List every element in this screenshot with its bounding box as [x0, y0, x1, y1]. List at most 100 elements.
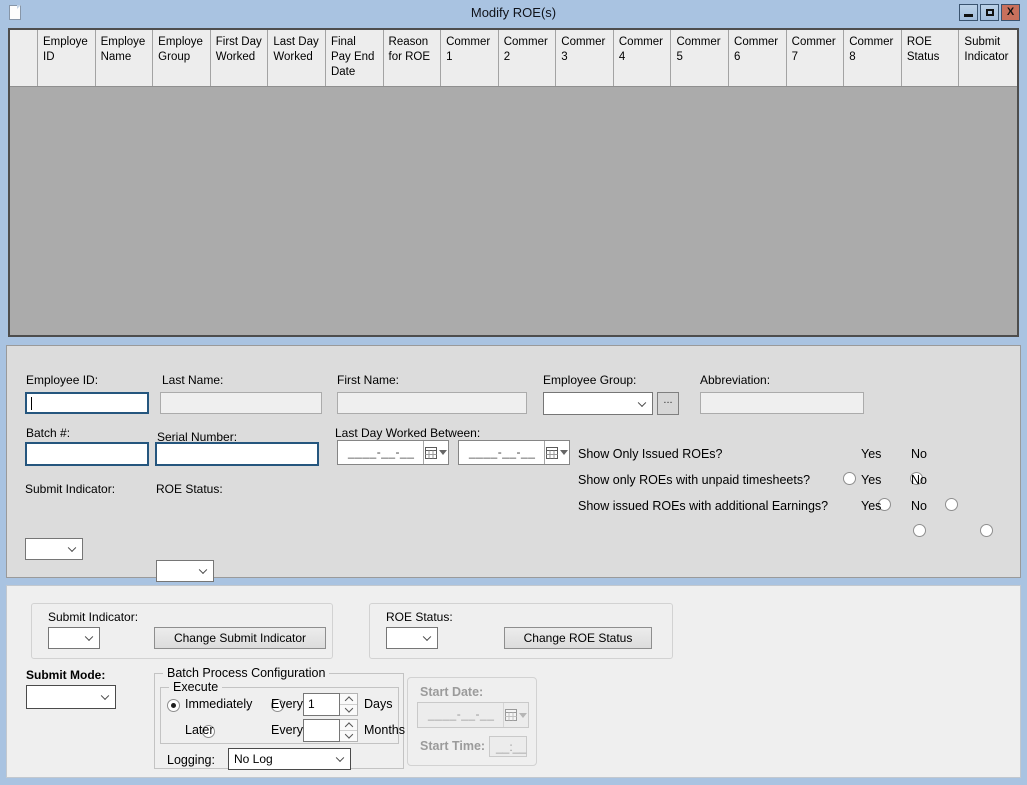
dropdown-arrow-icon: [519, 713, 527, 718]
no-label: No: [911, 473, 927, 487]
batch-process-configuration-group: Batch Process Configuration Execute Imme…: [154, 673, 404, 769]
last-day-worked-to-input[interactable]: ____-__-__: [458, 440, 570, 465]
serial-number-input[interactable]: [155, 442, 319, 466]
first-name-label: First Name:: [337, 373, 399, 387]
unpaid-timesheets-question: Show only ROEs with unpaid timesheets?: [578, 473, 810, 487]
last-day-worked-from-input[interactable]: ____-__-__: [337, 440, 449, 465]
chevron-down-icon: [336, 754, 344, 762]
unpaid-timesheets-no-radio[interactable]: [945, 498, 958, 511]
dropdown-arrow-icon: [560, 450, 568, 455]
action-submit-indicator-select[interactable]: [48, 627, 100, 649]
execute-immediately-radio[interactable]: [167, 699, 180, 712]
change-roe-status-button[interactable]: Change ROE Status: [504, 627, 652, 649]
column-header-commer-3[interactable]: Commer 3: [556, 30, 614, 86]
chevron-down-icon: [101, 692, 109, 700]
days-label: Days: [364, 697, 392, 711]
start-date-label: Start Date:: [420, 685, 483, 699]
yes-label: Yes: [861, 473, 881, 487]
batch-number-input[interactable]: [25, 442, 149, 466]
last-name-label: Last Name:: [162, 373, 223, 387]
batch-number-label: Batch #:: [26, 426, 70, 440]
schedule-group: Start Date: ____-__-__ Start Time: __:__: [407, 677, 537, 766]
column-header-commer-4[interactable]: Commer 4: [614, 30, 672, 86]
yes-label: Yes: [861, 447, 881, 461]
change-submit-indicator-button[interactable]: Change Submit Indicator: [154, 627, 326, 649]
close-icon: X: [1007, 7, 1014, 18]
column-header-commer-8[interactable]: Commer 8: [844, 30, 902, 86]
yes-label: Yes: [861, 499, 881, 513]
maximize-button[interactable]: [980, 4, 999, 21]
employee-group-label: Employee Group:: [543, 373, 636, 387]
start-time-label: Start Time:: [420, 739, 485, 753]
calendar-dropdown-button: [503, 703, 528, 727]
submit-mode-select[interactable]: [26, 685, 116, 709]
spinner-up-icon[interactable]: [340, 720, 357, 730]
employee-id-label: Employee ID:: [26, 373, 98, 387]
spinner-down-icon[interactable]: [340, 704, 357, 715]
abbreviation-label: Abbreviation:: [700, 373, 770, 387]
batch-process-configuration-title: Batch Process Configuration: [163, 666, 329, 680]
calendar-dropdown-button[interactable]: [544, 441, 569, 464]
additional-earnings-question: Show issued ROEs with additional Earning…: [578, 499, 828, 513]
column-header-roe-status[interactable]: ROE Status: [902, 30, 960, 86]
column-header-employe-group[interactable]: Employe Group: [153, 30, 211, 86]
logging-select[interactable]: No Log: [228, 748, 351, 770]
filter-roe-status-label: ROE Status:: [156, 482, 223, 496]
grid-header: Employe IDEmploye NameEmploye GroupFirst…: [10, 30, 1017, 87]
spinner-down-icon[interactable]: [340, 730, 357, 741]
action-roe-status-label: ROE Status:: [386, 610, 453, 624]
column-header-last-day-worked[interactable]: Last Day Worked: [268, 30, 326, 86]
filter-submit-indicator-label: Submit Indicator:: [25, 482, 115, 496]
close-button[interactable]: X: [1001, 4, 1020, 21]
column-header-blank[interactable]: [10, 30, 38, 86]
start-date-input: ____-__-__: [417, 702, 529, 728]
dropdown-arrow-icon: [439, 450, 447, 455]
every-label: Every: [271, 723, 303, 737]
modify-roe-window: Modify ROE(s) X Employe IDEmploye NameEm…: [0, 0, 1027, 785]
column-header-employe-name[interactable]: Employe Name: [96, 30, 154, 86]
column-header-first-day-worked[interactable]: First Day Worked: [211, 30, 269, 86]
execute-title: Execute: [169, 680, 222, 694]
every-label: Every: [271, 697, 303, 711]
action-submit-indicator-label: Submit Indicator:: [48, 610, 138, 624]
immediately-label: Immediately: [185, 697, 252, 711]
additional-earnings-yes-radio[interactable]: [913, 524, 926, 537]
column-header-reason-for-roe[interactable]: Reason for ROE: [384, 30, 442, 86]
column-header-submit-indicator[interactable]: Submit Indicator: [959, 30, 1017, 86]
employee-group-select[interactable]: [543, 392, 653, 415]
titlebar: Modify ROE(s) X: [0, 0, 1027, 26]
additional-earnings-no-radio[interactable]: [980, 524, 993, 537]
calendar-icon: [505, 709, 517, 721]
months-label: Months: [364, 723, 405, 737]
employee-id-input[interactable]: [25, 392, 149, 414]
filter-roe-status-select[interactable]: [156, 560, 214, 582]
column-header-final-pay-end-date[interactable]: Final Pay End Date: [326, 30, 384, 86]
logging-label: Logging:: [167, 753, 215, 767]
column-header-commer-1[interactable]: Commer 1: [441, 30, 499, 86]
grid-body-empty: [10, 87, 1017, 335]
maximize-icon: [986, 9, 994, 16]
column-header-employe-id[interactable]: Employe ID: [38, 30, 96, 86]
abbreviation-input: [700, 392, 864, 414]
minimize-button[interactable]: [959, 4, 978, 21]
spinner-up-icon[interactable]: [340, 694, 357, 704]
show-only-issued-yes-radio[interactable]: [843, 472, 856, 485]
column-header-commer-2[interactable]: Commer 2: [499, 30, 557, 86]
employee-group-browse-button[interactable]: ...: [657, 392, 679, 415]
filter-submit-indicator-select[interactable]: [25, 538, 83, 560]
execute-group: Execute Immediately Every 1 Days Later E…: [160, 687, 399, 744]
column-header-commer-7[interactable]: Commer 7: [787, 30, 845, 86]
action-roe-status-select[interactable]: [386, 627, 438, 649]
last-day-worked-between-label: Last Day Worked Between:: [335, 426, 480, 440]
column-header-commer-6[interactable]: Commer 6: [729, 30, 787, 86]
submit-mode-label: Submit Mode:: [26, 668, 105, 682]
calendar-dropdown-button[interactable]: [423, 441, 448, 464]
action-panel: Submit Indicator: Change Submit Indicato…: [6, 585, 1021, 778]
no-label: No: [911, 499, 927, 513]
months-spinner[interactable]: [303, 719, 358, 742]
column-header-commer-5[interactable]: Commer 5: [671, 30, 729, 86]
calendar-icon: [546, 447, 558, 459]
last-name-input: [160, 392, 322, 414]
calendar-icon: [425, 447, 437, 459]
days-spinner[interactable]: 1: [303, 693, 358, 716]
